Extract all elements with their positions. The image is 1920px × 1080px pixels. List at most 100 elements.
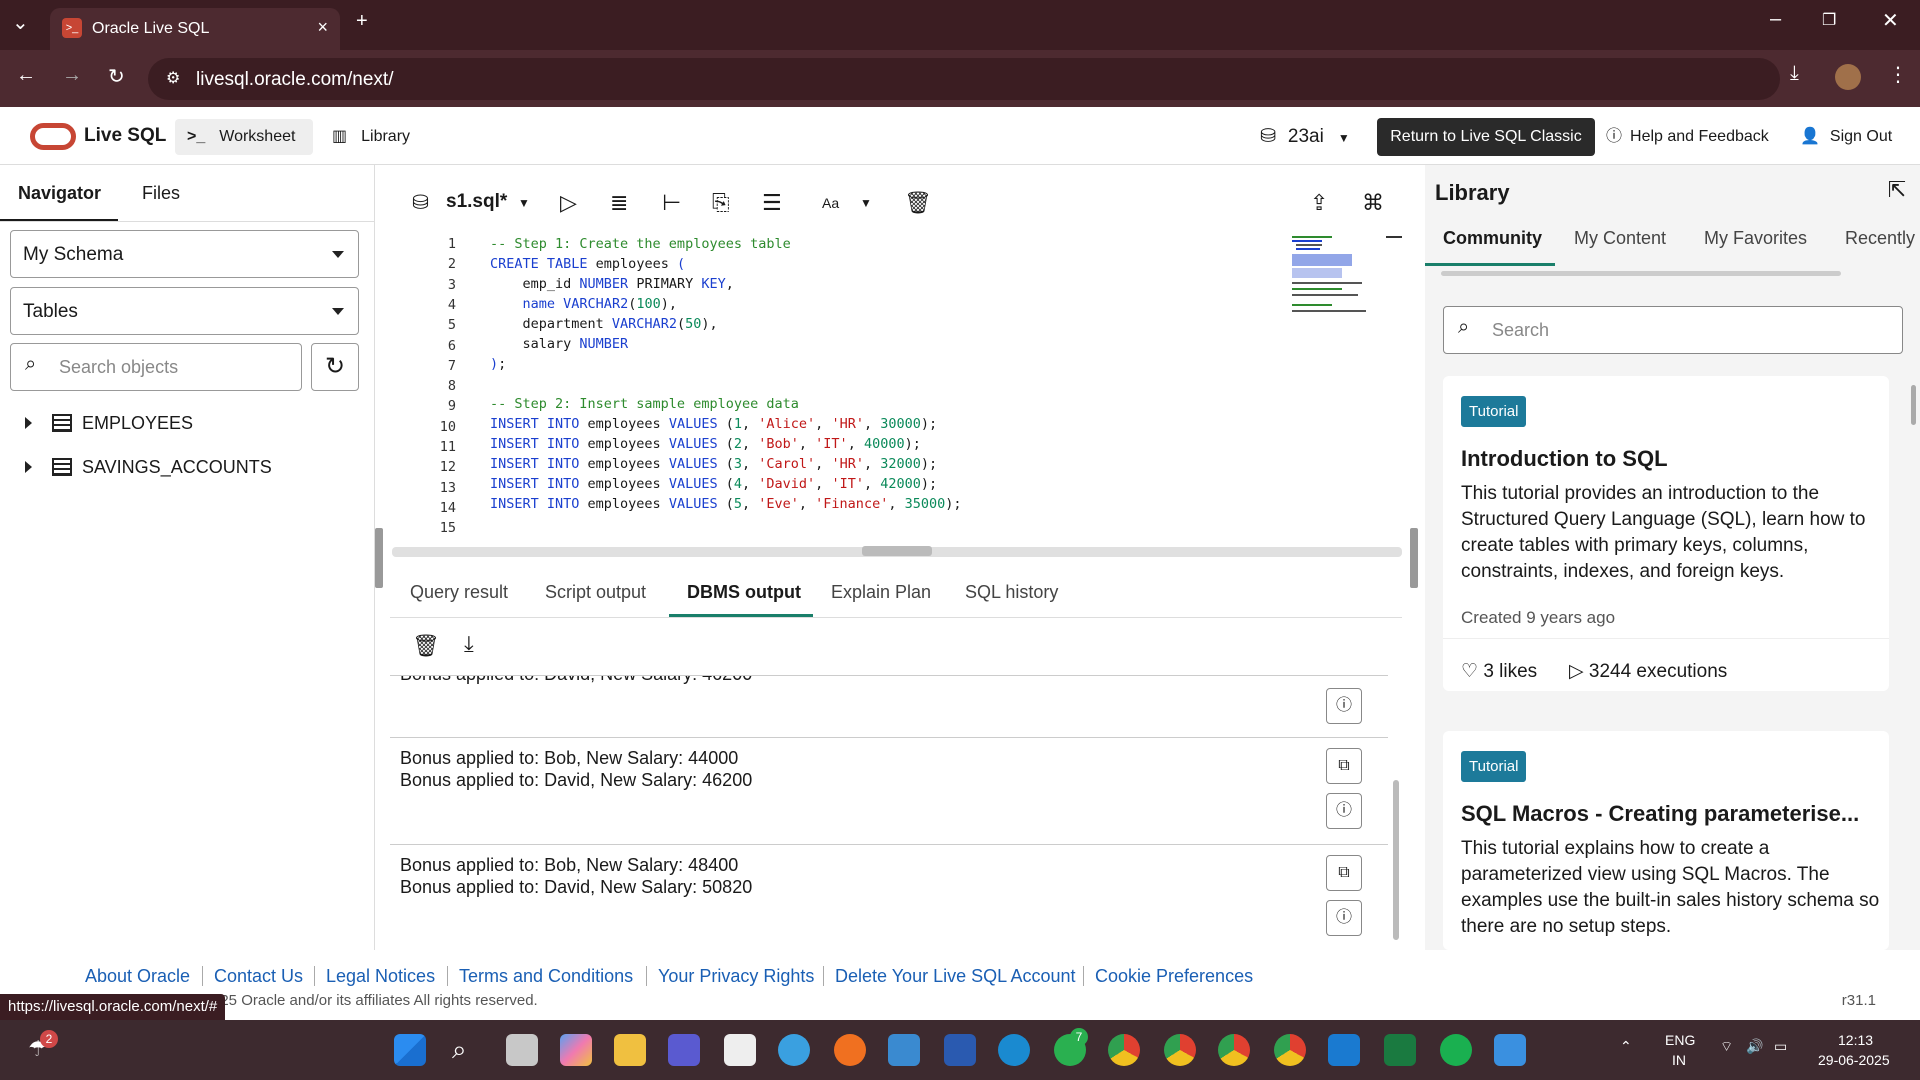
output-scrollbar[interactable] — [1393, 780, 1399, 940]
footer-link-legal[interactable]: Legal Notices — [326, 966, 435, 987]
forward-icon[interactable]: → — [62, 64, 82, 87]
copilot-icon[interactable] — [560, 1034, 592, 1066]
library-card[interactable]: Tutorial SQL Macros - Creating parameter… — [1443, 731, 1889, 950]
editor-output-splitter[interactable] — [392, 546, 1402, 557]
tab-navigator[interactable]: Navigator — [18, 183, 101, 204]
trash-icon[interactable]: 🗑 — [412, 633, 440, 659]
new-tab-icon[interactable]: + — [356, 10, 368, 33]
likes-button[interactable]: ♡ 3 likes — [1461, 660, 1537, 683]
library-card[interactable]: Tutorial Introduction to SQL This tutori… — [1443, 376, 1889, 691]
tab-dbms-output[interactable]: DBMS output — [687, 582, 801, 603]
search-objects-input[interactable]: ⌕ Search objects — [10, 343, 302, 391]
splitter-handle[interactable] — [862, 546, 932, 556]
windows-start-icon[interactable] — [394, 1034, 426, 1066]
restore-icon[interactable]: ❐ — [1822, 10, 1836, 30]
info-button[interactable]: ⓘ — [1326, 688, 1362, 724]
compare-icon[interactable]: ⌘ — [1362, 190, 1384, 216]
site-info-icon[interactable]: ⚙ — [166, 68, 180, 88]
clear-icon[interactable]: 🗑 — [904, 190, 932, 216]
vscode-icon[interactable] — [1328, 1034, 1360, 1066]
tab-my-favorites[interactable]: My Favorites — [1704, 228, 1807, 249]
url-omnibox[interactable]: ⚙ livesql.oracle.com/next/ — [148, 58, 1780, 100]
notepad-icon[interactable] — [888, 1034, 920, 1066]
footer-link-about[interactable]: About Oracle — [85, 966, 190, 987]
wifi-icon[interactable]: ⌔ — [1720, 1038, 1733, 1056]
tab-my-content[interactable]: My Content — [1574, 228, 1666, 249]
task-view-icon[interactable] — [506, 1034, 538, 1066]
language-code[interactable]: ENG — [1665, 1032, 1695, 1048]
tab-search-icon[interactable]: ⌄ — [12, 10, 29, 35]
library-search-input[interactable]: ⌕ Search — [1443, 306, 1903, 354]
reload-icon[interactable]: ↻ — [108, 64, 125, 89]
volume-icon[interactable]: 🔊 — [1746, 1038, 1763, 1055]
chevron-down-icon[interactable]: ▼ — [860, 196, 872, 210]
file-explorer-icon[interactable] — [614, 1034, 646, 1066]
profile-avatar[interactable] — [1835, 64, 1861, 90]
footer-link-cookies[interactable]: Cookie Preferences — [1095, 966, 1253, 987]
return-classic-button[interactable]: Return to Live SQL Classic — [1377, 118, 1595, 156]
library-button[interactable]: ▥ Library — [332, 119, 442, 155]
expand-icon[interactable] — [25, 417, 32, 429]
menu-dots-icon[interactable]: ⋮ — [1888, 62, 1908, 87]
taskbar-search-icon[interactable]: ⌕ — [452, 1034, 467, 1066]
tree-item-employees[interactable]: EMPLOYEES — [25, 413, 193, 434]
tab-sql-history[interactable]: SQL history — [965, 582, 1058, 603]
info-button[interactable]: ⓘ — [1326, 900, 1362, 936]
download-icon[interactable]: ⤓ — [1790, 62, 1799, 85]
excel-icon[interactable] — [1384, 1034, 1416, 1066]
spotify-icon[interactable] — [1440, 1034, 1472, 1066]
store-icon[interactable] — [724, 1034, 756, 1066]
object-type-select[interactable]: Tables — [10, 287, 359, 335]
help-feedback-button[interactable]: ⓘ Help and Feedback — [1606, 119, 1776, 155]
editor-scrollbar[interactable] — [1386, 236, 1402, 238]
tab-script-output[interactable]: Script output — [545, 582, 646, 603]
clock-time[interactable]: 12:13 — [1838, 1032, 1873, 1048]
chrome-icon[interactable] — [1218, 1034, 1250, 1066]
card-title[interactable]: Introduction to SQL — [1461, 446, 1668, 472]
executions-button[interactable]: ▷ 3244 executions — [1569, 660, 1727, 683]
tree-item-savings-accounts[interactable]: SAVINGS_ACCOUNTS — [25, 457, 272, 478]
tabs-scrollbar[interactable] — [1441, 271, 1841, 276]
teams-icon[interactable] — [668, 1034, 700, 1066]
tray-chevron-up-icon[interactable]: ⌃ — [1620, 1038, 1632, 1055]
explain-plan-icon[interactable]: ⊢ — [662, 190, 681, 216]
tab-explain-plan[interactable]: Explain Plan — [831, 582, 931, 603]
edge-icon[interactable] — [998, 1034, 1030, 1066]
tab-files[interactable]: Files — [142, 183, 180, 204]
format-icon[interactable]: ☰ — [762, 190, 782, 216]
footer-link-contact[interactable]: Contact Us — [214, 966, 303, 987]
refresh-button[interactable]: ↻ — [311, 343, 359, 391]
right-splitter-handle[interactable] — [1410, 528, 1418, 588]
share-icon[interactable]: ⇪ — [1310, 190, 1328, 216]
footer-link-delete-account[interactable]: Delete Your Live SQL Account — [835, 966, 1076, 987]
minimize-icon[interactable]: – — [1770, 8, 1781, 31]
footer-link-terms[interactable]: Terms and Conditions — [459, 966, 633, 987]
tab-recently[interactable]: Recently — [1845, 228, 1915, 249]
db-version-selector[interactable]: ⛁ 23ai ▼ — [1260, 119, 1360, 155]
left-splitter-handle[interactable] — [375, 528, 383, 588]
tab-query-result[interactable]: Query result — [410, 582, 508, 603]
chrome-icon[interactable] — [1108, 1034, 1140, 1066]
photos-icon[interactable] — [1494, 1034, 1526, 1066]
chrome-icon[interactable] — [1164, 1034, 1196, 1066]
run-script-icon[interactable]: ≣ — [610, 190, 628, 216]
close-tab-icon[interactable]: × — [317, 17, 328, 38]
download-output-icon[interactable]: ⤓ — [464, 631, 474, 657]
help-app-icon[interactable] — [778, 1034, 810, 1066]
run-icon[interactable]: ▷ — [560, 190, 577, 216]
code-minimap[interactable] — [1292, 234, 1366, 330]
window-close-icon[interactable]: ✕ — [1882, 8, 1899, 33]
copy-button[interactable]: ⧉ — [1326, 748, 1362, 784]
open-external-icon[interactable]: ⇱ — [1888, 177, 1906, 203]
sign-out-button[interactable]: 👤 Sign Out — [1800, 119, 1910, 155]
file-name[interactable]: s1.sql* — [446, 191, 507, 213]
back-icon[interactable]: ← — [16, 64, 36, 87]
autotrace-icon[interactable]: ⎘ — [712, 190, 730, 216]
copy-button[interactable]: ⧉ — [1326, 855, 1362, 891]
chevron-down-icon[interactable]: ▼ — [518, 196, 530, 210]
info-button[interactable]: ⓘ — [1326, 793, 1362, 829]
card-title[interactable]: SQL Macros - Creating parameterise... — [1461, 801, 1859, 827]
worksheet-button[interactable]: >_ Worksheet — [175, 119, 313, 155]
battery-icon[interactable]: ▭ — [1774, 1038, 1787, 1055]
library-scrollbar[interactable] — [1911, 385, 1916, 425]
